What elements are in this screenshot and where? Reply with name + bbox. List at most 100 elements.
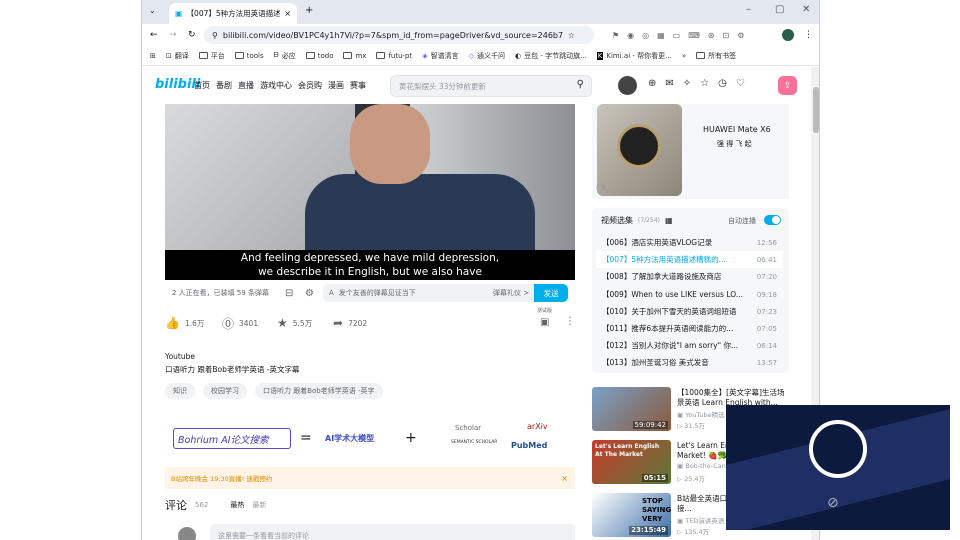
maximize-icon[interactable]: ▢ (775, 4, 784, 15)
font-icon[interactable]: A (329, 289, 334, 297)
search-icon[interactable]: ⚲ (577, 79, 584, 90)
video-description: Youtube 口语听力 跟着Bob老师学英语 -英文字幕 (165, 350, 299, 376)
episode-duration: 06:14 (756, 341, 777, 350)
tag[interactable]: 知识 (165, 383, 195, 399)
view-count: ▷ 135.4万 (677, 528, 710, 536)
coin-button[interactable]: ⓪ 3401 (222, 315, 258, 332)
nav-item[interactable]: 首页 (194, 80, 210, 91)
bilibili-favicon-icon: ▣ (175, 9, 183, 18)
playlist-item[interactable]: 【008】了解加拿大道路设施及商店 07:20 (596, 268, 783, 285)
comment-placeholder: 这里需要一条看看当前的评论 (218, 532, 309, 540)
video-frame (350, 104, 430, 184)
playlist-item[interactable]: 【009】When to use LIKE versus LO... 09:18 (596, 286, 783, 303)
plus-icon: + (405, 430, 417, 446)
playlist-item[interactable]: 【010】关于加州下雪天的英语词组短语 07:23 (596, 303, 783, 320)
thumbnail-text: Let's Learn English At The Market (595, 443, 660, 458)
event-notice[interactable]: B站跨年晚会 19:30直播! 速戳预约 × (165, 467, 575, 489)
ad-label: 广告 (596, 185, 607, 191)
profile-avatar[interactable] (782, 29, 794, 41)
back-icon[interactable]: ← (150, 30, 158, 40)
forward-icon[interactable]: → (169, 30, 177, 40)
send-danmaku-button[interactable]: 发送 (534, 284, 568, 302)
bookmark-item[interactable]: ᗷ 必应 (274, 51, 296, 61)
folder-icon (376, 52, 386, 59)
more-icon[interactable]: ⋮ (565, 316, 575, 327)
tag[interactable]: 口语听力 跟着Bob老师学英语 -英字 (255, 383, 383, 399)
playlist-item-current[interactable]: 【007】5种方法用英语描述糟糕的... 06:41 (596, 251, 783, 268)
playlist-item[interactable]: 【013】加州圣诞习俗 美式发音 13:57 (596, 354, 783, 371)
danmaku-toggle-icon[interactable]: ⊟ (285, 288, 293, 299)
bookmark-item[interactable]: tools (234, 52, 264, 60)
favorite-button[interactable]: ★ 5.5万 (277, 316, 312, 330)
apps-icon[interactable]: ⊞ (150, 52, 156, 60)
bookmark-item[interactable]: mx (343, 52, 366, 60)
bookmark-item[interactable]: ◇ 通义千问 (469, 51, 505, 61)
like-button[interactable]: 👍 1.6万 (165, 316, 204, 330)
bookmark-star-icon[interactable]: ☆ (568, 31, 575, 40)
ad-banner[interactable]: Bohrium AI论文搜索 = AI学术大模型 + Scholar SEMAN… (165, 420, 575, 460)
reload-icon[interactable]: ↻ (188, 30, 196, 40)
more-bookmarks-icon[interactable]: » (682, 52, 686, 60)
ad-card[interactable]: HUAWEI Mate X6 强 得 飞 起 广告 (592, 104, 789, 199)
nav-item[interactable]: 漫画 (328, 80, 344, 91)
active-tab[interactable]: ▣ 【007】5种方法用英语描述糟糕 × (169, 3, 297, 24)
camera-off-icon: ⊘ (827, 495, 839, 511)
close-tab-icon[interactable]: × (284, 9, 291, 18)
share-button[interactable]: ➦ 7202 (333, 316, 367, 330)
playlist-item[interactable]: 【006】酒店实用英语VLOG记录 12:56 (596, 234, 783, 251)
user-avatar[interactable] (618, 76, 637, 95)
nav-item[interactable]: 游戏中心 (260, 80, 292, 91)
playlist-item[interactable]: 【011】推荐6本提升英语阅读能力的... 07:05 (596, 320, 783, 337)
view-count: ▷ 25.4万 (677, 475, 706, 483)
tag[interactable]: 校园学习 (203, 383, 247, 399)
sort-new[interactable]: 最新 (252, 500, 266, 510)
episode-duration: 12:56 (756, 238, 777, 247)
video-duration: 05:15 (641, 474, 668, 482)
sort-hot[interactable]: 最热 (230, 500, 244, 510)
upload-button[interactable]: ⇪ (778, 76, 797, 95)
danmaku-settings-icon[interactable]: ⚙ (305, 288, 314, 299)
desc-text: 口语听力 跟着Bob老师学英语 -英文字幕 (165, 365, 300, 374)
bookmark-label: 通义千问 (477, 51, 506, 60)
bookmark-item[interactable]: K Kimi.ai - 帮你看更... (596, 51, 672, 61)
bookmark-item[interactable]: 平台 (198, 51, 225, 61)
tab-search-icon[interactable]: ⌄ (149, 6, 156, 15)
danmaku-etiquette-link[interactable]: 弹幕礼仪 > (493, 288, 529, 298)
video-actions: 👍 1.6万 ⓪ 3401 ★ 5.5万 ➦ 7202 测试版 ▣ ⋮ (165, 308, 575, 333)
bookmark-item[interactable]: futu-pt (376, 52, 412, 60)
all-bookmarks[interactable]: 所有书签 (696, 51, 736, 61)
new-tab-icon[interactable]: + (305, 5, 313, 16)
bookmark-item[interactable]: ⊡ 翻译 (166, 51, 189, 61)
translate-icon: ⊡ (165, 51, 172, 60)
playlist-item[interactable]: 【012】当别人对你说"I am sorry" 你... 06:14 (596, 337, 783, 354)
nav-item[interactable]: 直播 (238, 80, 254, 91)
tab-bar: ⌄ ▣ 【007】5种方法用英语描述糟糕 × + – ▢ ✕ (142, 0, 819, 24)
nav-item[interactable]: 番剧 (216, 80, 232, 91)
comment-input[interactable]: 这里需要一条看看当前的评论 (210, 524, 575, 540)
episode-title: 【009】When to use LIKE versus LO... (602, 290, 743, 299)
bookmark-item[interactable]: ◈ 智谱清言 (422, 51, 458, 61)
danmaku-input[interactable]: A 发个友善的弹幕见证当下 弹幕礼仪 > (323, 284, 541, 302)
menu-icon[interactable]: ⋮ (804, 30, 813, 40)
ai-assistant-icon[interactable]: ▣ (540, 317, 549, 328)
bookmark-item[interactable]: ◐ 豆包 - 字节跳动旗... (515, 51, 587, 61)
close-notice-icon[interactable]: × (561, 474, 568, 483)
minimize-icon[interactable]: – (746, 4, 751, 15)
search-input[interactable]: 黄花梨摆头 33分钟前更新 ⚲ (390, 75, 592, 97)
bookmark-item[interactable]: todo (305, 52, 333, 60)
video-player[interactable]: And feeling depressed, we have mild depr… (165, 104, 575, 280)
site-info-icon[interactable]: ⚲ (212, 31, 218, 40)
nav-item[interactable]: 会员购 (298, 80, 322, 91)
nav-item[interactable]: 赛事 (350, 80, 366, 91)
list-view-icon[interactable]: ▦ (665, 216, 673, 225)
comments-header: 评论 562 最热 最新 (165, 497, 266, 513)
scrollbar-thumb[interactable] (813, 87, 819, 133)
commenter-avatar (178, 527, 196, 540)
folder-icon (198, 52, 208, 59)
tongyi-icon: ◇ (468, 51, 475, 60)
url-field[interactable]: ⚲ bilibili.com/video/BV1PC4y1h7Vi/?p=7&s… (204, 26, 594, 44)
extension-icons[interactable]: ⚑◉◎▦▭⌨⊛⊡⚙ (612, 31, 752, 40)
header-action-icons[interactable]: ⊕✉✧☆◷♡ (648, 78, 754, 89)
close-window-icon[interactable]: ✕ (802, 4, 810, 15)
autoplay-toggle[interactable] (764, 215, 781, 225)
